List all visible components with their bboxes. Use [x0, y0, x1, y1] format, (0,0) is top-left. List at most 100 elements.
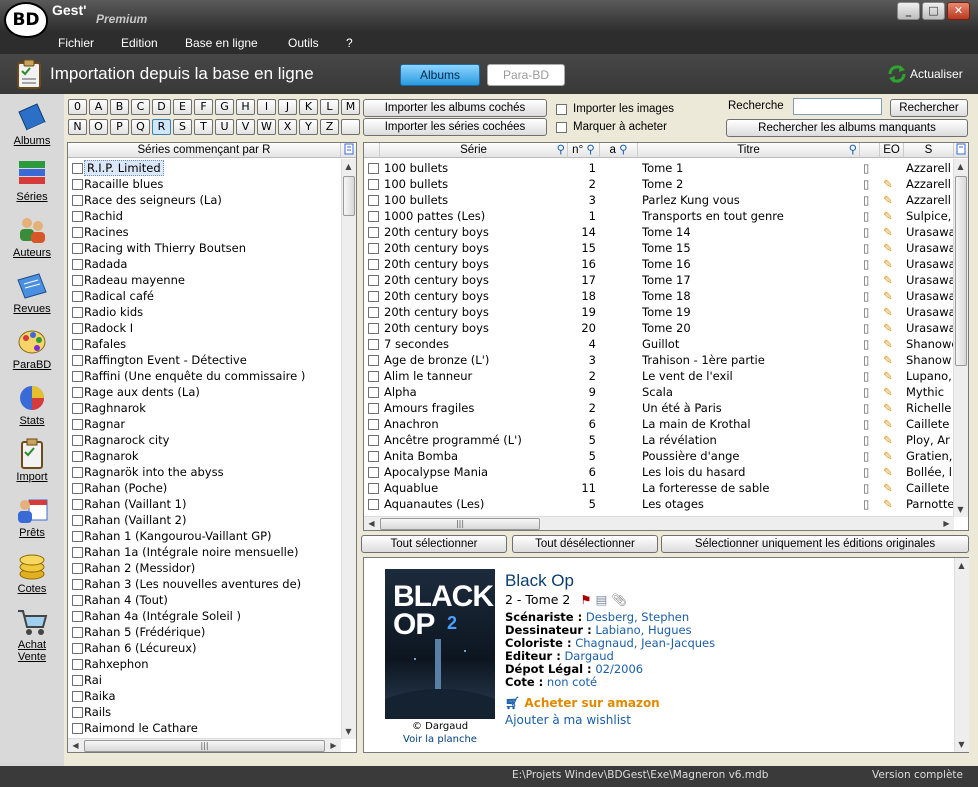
series-checkbox[interactable]	[72, 355, 83, 366]
series-checkbox[interactable]	[72, 499, 83, 510]
series-list-item[interactable]: Rachid	[68, 208, 340, 224]
album-checkbox[interactable]	[368, 483, 379, 494]
scroll-up-arrow[interactable]: ▲	[955, 559, 968, 572]
series-list-item[interactable]: Raffini (Une enquête du commissaire )	[68, 368, 340, 384]
letter-x[interactable]: X	[278, 119, 297, 135]
table-row[interactable]: Alim le tanneur 2 Le vent de l'exil ▯ ✎ Lupan…	[364, 368, 953, 384]
album-checkbox[interactable]	[368, 467, 379, 478]
select-originals-button[interactable]: Sélectionner uniquement les éditions ori…	[661, 535, 969, 553]
mark-to-buy-checkbox[interactable]	[556, 121, 567, 133]
letter-j[interactable]: J	[278, 99, 297, 115]
series-checkbox[interactable]	[72, 483, 83, 494]
series-list-item[interactable]: Radada	[68, 256, 340, 272]
scroll-down-arrow[interactable]: ▼	[342, 725, 355, 738]
series-checkbox[interactable]	[72, 627, 83, 638]
pencil-icon[interactable]: ✎	[883, 352, 901, 368]
series-list-item[interactable]: Rahan 5 (Frédérique)	[68, 624, 340, 640]
table-row[interactable]: Age de bronze (L') 3 Trahison - 1ère parti…	[364, 352, 953, 368]
letter-k[interactable]: K	[299, 99, 318, 115]
maximize-button[interactable]: □	[922, 2, 945, 20]
table-row[interactable]: 20th century boys 16 Tome 16 ▯ ✎ Urasawa	[364, 256, 954, 272]
album-cover[interactable]: BLACK OP 2	[385, 569, 495, 719]
select-all-button[interactable]: Tout sélectionner	[361, 535, 507, 553]
letter-i[interactable]: I	[257, 99, 276, 115]
pencil-icon[interactable]: ✎	[883, 384, 901, 400]
search-icon[interactable]: ⚲	[619, 144, 627, 156]
series-list-item[interactable]: Radeau mayenne	[68, 272, 340, 288]
albums-horizontal-scrollbar[interactable]: ◀ ||| ▶	[364, 516, 954, 530]
search-missing-button[interactable]: Rechercher les albums manquants	[726, 119, 968, 137]
document-icon[interactable]: ▯	[863, 272, 877, 288]
pencil-icon[interactable]: ✎	[883, 400, 901, 416]
letter-b[interactable]: B	[110, 99, 129, 115]
letter-e[interactable]: E	[173, 99, 192, 115]
letter-g[interactable]: G	[215, 99, 234, 115]
series-list-item[interactable]: Rails	[68, 704, 340, 720]
sidebar-item-albums[interactable]: Albums	[0, 102, 64, 147]
scroll-up-arrow[interactable]: ▲	[342, 160, 355, 173]
letter-m[interactable]: M	[341, 99, 360, 115]
deselect-all-button[interactable]: Tout désélectionner	[512, 535, 658, 553]
table-row[interactable]: Aquanautes (Les) 5 Les otages ▯ ✎ Parnotte	[364, 496, 954, 512]
series-list-item[interactable]: Radical café	[68, 288, 340, 304]
pencil-icon[interactable]: ✎	[883, 240, 901, 256]
album-checkbox[interactable]	[368, 307, 379, 318]
document-icon[interactable]: ▯	[863, 480, 877, 496]
letter-w[interactable]: W	[257, 119, 276, 135]
album-checkbox[interactable]	[368, 499, 379, 510]
table-row[interactable]: 20th century boys 17 Tome 17 ▯ ✎ Urasawa	[364, 272, 954, 288]
see-page-link[interactable]: Voir la planche	[385, 734, 495, 745]
series-checkbox[interactable]	[72, 563, 83, 574]
series-horizontal-scrollbar[interactable]: ◀ ||| ▶	[68, 738, 341, 752]
album-checkbox[interactable]	[368, 339, 379, 350]
series-list-item[interactable]: Race des seigneurs (La)	[68, 192, 340, 208]
letter-a[interactable]: A	[89, 99, 108, 115]
series-checkbox[interactable]	[72, 547, 83, 558]
sidebar-item-series[interactable]: Séries	[0, 158, 64, 203]
albums-scroll-thumb[interactable]	[955, 176, 967, 366]
table-row[interactable]: 20th century boys 19 Tome 19 ▯ ✎ Urasawa	[364, 304, 954, 320]
sidebar-item-cotes[interactable]: Cotes	[0, 550, 64, 595]
pencil-icon[interactable]: ✎	[883, 496, 901, 512]
scroll-right-arrow[interactable]: ▶	[940, 517, 953, 530]
series-list-item[interactable]: Ragnar	[68, 416, 340, 432]
series-checkbox[interactable]	[72, 323, 83, 334]
search-icon[interactable]: ⚲	[586, 144, 594, 156]
letter-f[interactable]: F	[194, 99, 213, 115]
series-checkbox[interactable]	[72, 691, 83, 702]
series-checkbox[interactable]	[72, 659, 83, 670]
series-checkbox[interactable]	[72, 451, 83, 462]
import-series-button[interactable]: Importer les séries cochées	[363, 118, 547, 136]
scroll-down-arrow[interactable]: ▼	[954, 503, 967, 516]
editeur-link[interactable]: Dargaud	[564, 649, 613, 663]
series-checkbox[interactable]	[72, 163, 83, 174]
album-checkbox[interactable]	[368, 403, 379, 414]
series-checkbox[interactable]	[72, 467, 83, 478]
series-list-item[interactable]: Raffington Event - Détective	[68, 352, 340, 368]
series-checkbox[interactable]	[72, 195, 83, 206]
search-input[interactable]	[793, 98, 882, 115]
series-checkbox[interactable]	[72, 579, 83, 590]
pencil-icon[interactable]: ✎	[883, 288, 901, 304]
document-icon[interactable]: ▯	[863, 352, 877, 368]
series-column-menu[interactable]	[341, 143, 356, 158]
search-icon[interactable]: ⚲	[557, 143, 565, 157]
menu-help[interactable]: ?	[346, 36, 353, 50]
tab-parabd[interactable]: Para-BD	[487, 64, 565, 86]
series-checkbox[interactable]	[72, 211, 83, 222]
series-list-item[interactable]: Rafales	[68, 336, 340, 352]
scroll-left-arrow[interactable]: ◀	[365, 517, 378, 530]
table-row[interactable]: 100 bullets 2 Tome 2 ▯ ✎ Azzarell	[364, 176, 953, 192]
albums-vertical-scrollbar[interactable]: ▲ ▼	[953, 159, 968, 517]
series-list-item[interactable]: R.I.P. Limited	[68, 160, 340, 176]
document-icon[interactable]: ▯	[863, 208, 877, 224]
table-row[interactable]: Amours fragiles 2 Un été à Paris ▯ ✎ Richelle	[364, 400, 953, 416]
album-checkbox[interactable]	[368, 163, 379, 174]
series-list-item[interactable]: Rage aux dents (La)	[68, 384, 340, 400]
table-row[interactable]: Anachron 6 La main de Krothal ▯ ✎ Caillete	[364, 416, 953, 432]
dessinateur-link[interactable]: Labiano, Hugues	[595, 623, 691, 637]
album-checkbox[interactable]	[368, 451, 379, 462]
series-list-item[interactable]: Rahan 1a (Intégrale noire mensuelle)	[68, 544, 340, 560]
menu-base-en-ligne[interactable]: Base en ligne	[185, 36, 258, 50]
document-icon[interactable]: ▯	[863, 240, 877, 256]
